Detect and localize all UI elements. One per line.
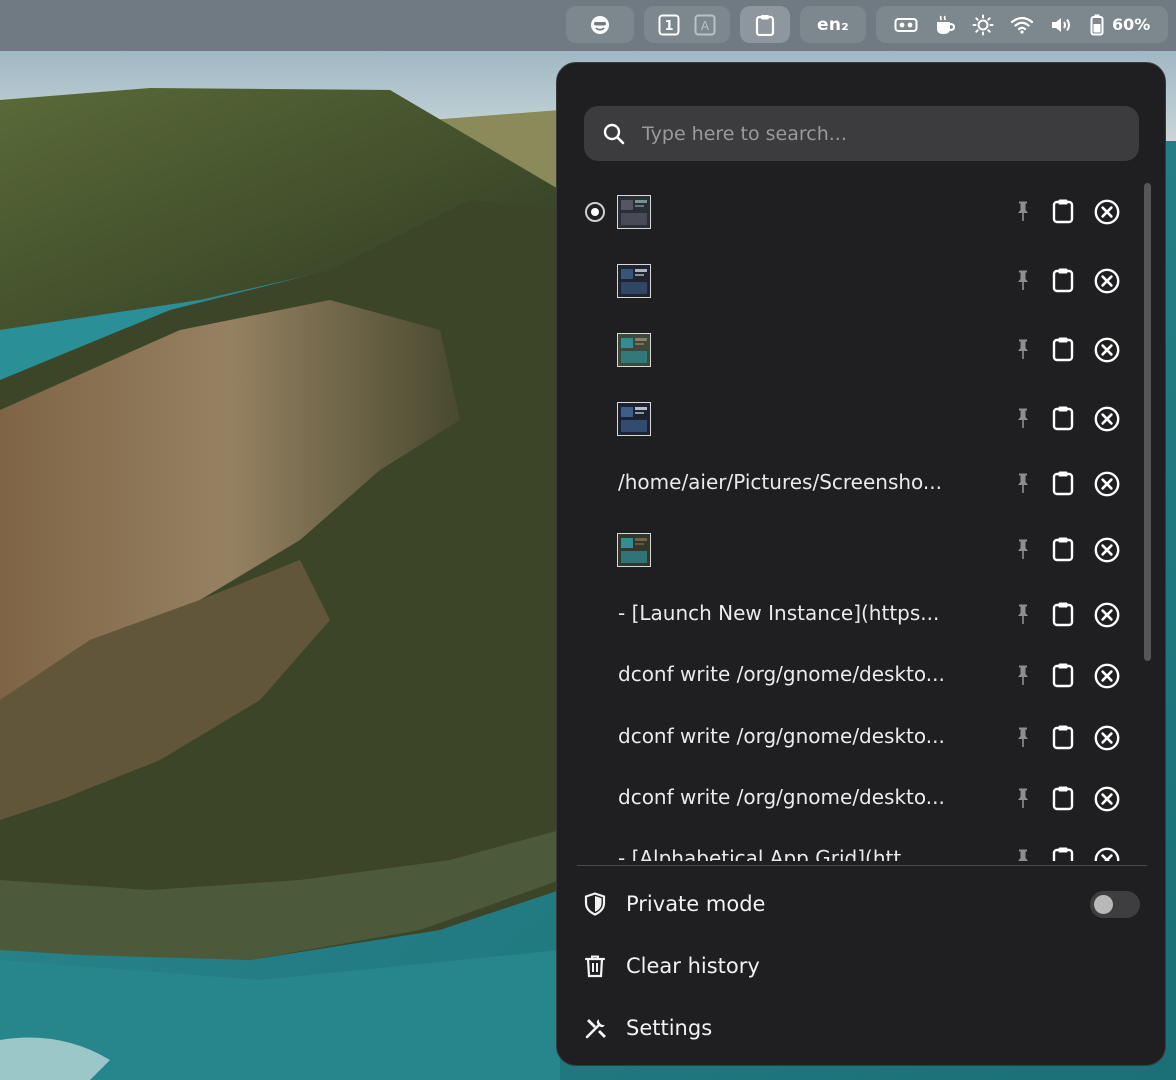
- delete-button[interactable]: [1094, 663, 1120, 689]
- image-thumbnail: [617, 195, 651, 229]
- history-row[interactable]: /home/aier/Pictures/Screensho...: [557, 450, 1157, 510]
- copy-button[interactable]: [1052, 785, 1074, 811]
- top-bar: 1 A en₂ 60%: [0, 0, 1176, 51]
- clipboard-history-list: /home/aier/Pictures/Screensho... - [Launc…: [557, 178, 1157, 861]
- wifi-icon: [1010, 16, 1034, 34]
- delete-button[interactable]: [1094, 268, 1120, 294]
- copy-button[interactable]: [1052, 336, 1074, 362]
- copy-button[interactable]: [1052, 267, 1074, 293]
- workspace-1-icon[interactable]: 1: [658, 14, 680, 36]
- private-mode-row[interactable]: Private mode: [557, 876, 1165, 932]
- history-entry-text: dconf write /org/gnome/deskto...: [618, 662, 945, 686]
- keyboard-layout-label: en₂: [817, 14, 849, 35]
- copy-button[interactable]: [1052, 601, 1074, 627]
- private-mode-toggle[interactable]: [1090, 890, 1140, 918]
- copy-button[interactable]: [1052, 846, 1074, 861]
- image-thumbnail: [617, 533, 651, 567]
- workspace-1-label: 1: [664, 19, 673, 34]
- history-row[interactable]: [557, 385, 1157, 445]
- brightness-icon: [972, 14, 994, 35]
- history-row[interactable]: - [Launch New Instance](https...: [557, 581, 1157, 641]
- pin-button[interactable]: [1013, 603, 1033, 627]
- copy-button[interactable]: [1052, 662, 1074, 688]
- selected-indicator: [585, 202, 605, 222]
- delete-button[interactable]: [1094, 406, 1120, 432]
- copy-button[interactable]: [1052, 405, 1074, 431]
- delete-button[interactable]: [1094, 537, 1120, 563]
- shield-icon: [584, 892, 606, 916]
- clipboard-indicator-icon: [755, 14, 775, 36]
- copy-button[interactable]: [1052, 198, 1074, 224]
- system-status-area[interactable]: 60%: [876, 6, 1168, 43]
- history-entry-text: dconf write /org/gnome/deskto...: [618, 724, 945, 748]
- battery-percent: 60%: [1112, 15, 1151, 34]
- pin-button[interactable]: [1013, 787, 1033, 811]
- battery-icon: [1090, 14, 1104, 35]
- pin-button[interactable]: [1013, 664, 1033, 688]
- face-icon: [591, 15, 609, 34]
- history-row[interactable]: [557, 247, 1157, 307]
- delete-button[interactable]: [1094, 725, 1120, 751]
- volume-icon: [1052, 17, 1070, 32]
- delete-button[interactable]: [1094, 847, 1120, 861]
- delete-button[interactable]: [1094, 471, 1120, 497]
- history-row[interactable]: [557, 316, 1157, 376]
- pin-button[interactable]: [1013, 200, 1033, 224]
- copy-button[interactable]: [1052, 470, 1074, 496]
- delete-button[interactable]: [1094, 199, 1120, 225]
- pin-button[interactable]: [1013, 407, 1033, 431]
- copy-button[interactable]: [1052, 724, 1074, 750]
- keyboard-layout-button[interactable]: en₂: [800, 6, 866, 43]
- pin-button[interactable]: [1013, 338, 1033, 362]
- clear-history-button[interactable]: Clear history: [557, 938, 1165, 994]
- search-input[interactable]: [642, 122, 1102, 145]
- history-row[interactable]: - [Alphabetical App Grid](htt...: [557, 826, 1157, 861]
- history-scrollbar[interactable]: [1144, 183, 1151, 661]
- delete-button[interactable]: [1094, 602, 1120, 628]
- private-mode-label: Private mode: [626, 892, 766, 916]
- pin-button[interactable]: [1013, 848, 1033, 861]
- history-row[interactable]: [557, 178, 1157, 238]
- workspace-indicator[interactable]: 1 A: [644, 6, 730, 43]
- pin-button[interactable]: [1013, 472, 1033, 496]
- clear-history-label: Clear history: [626, 954, 760, 978]
- coffee-icon: [937, 15, 956, 34]
- pin-button[interactable]: [1013, 269, 1033, 293]
- image-thumbnail: [617, 264, 651, 298]
- pin-button[interactable]: [1013, 538, 1033, 562]
- delete-button[interactable]: [1094, 337, 1120, 363]
- delete-button[interactable]: [1094, 786, 1120, 812]
- tools-icon: [585, 1019, 606, 1039]
- toggle-knob: [1094, 894, 1113, 914]
- history-entry-text: - [Alphabetical App Grid](htt...: [618, 846, 921, 861]
- trash-icon: [584, 955, 606, 978]
- history-entry-text: - [Launch New Instance](https...: [618, 601, 940, 625]
- search-field[interactable]: [584, 106, 1139, 161]
- settings-button[interactable]: Settings: [557, 1000, 1165, 1056]
- history-row[interactable]: dconf write /org/gnome/deskto...: [557, 765, 1157, 825]
- history-row[interactable]: dconf write /org/gnome/deskto...: [557, 642, 1157, 702]
- history-entry-text: /home/aier/Pictures/Screensho...: [618, 470, 943, 494]
- workspace-a-icon[interactable]: A: [694, 14, 716, 36]
- settings-label: Settings: [626, 1016, 713, 1040]
- history-entry-text: dconf write /org/gnome/deskto...: [618, 785, 945, 809]
- pin-button[interactable]: [1013, 726, 1033, 750]
- image-thumbnail: [617, 333, 651, 367]
- search-icon: [603, 123, 625, 144]
- status-face-button[interactable]: [566, 6, 634, 43]
- menu-divider: [577, 865, 1147, 866]
- history-row[interactable]: [557, 516, 1157, 576]
- vr-icon: [894, 17, 918, 32]
- workspace-a-label: A: [701, 19, 710, 33]
- copy-button[interactable]: [1052, 536, 1074, 562]
- history-row[interactable]: dconf write /org/gnome/deskto...: [557, 704, 1157, 764]
- image-thumbnail: [617, 402, 651, 436]
- clipboard-indicator-button[interactable]: [740, 6, 790, 43]
- clipboard-history-popup: /home/aier/Pictures/Screensho... - [Launc…: [556, 62, 1166, 1066]
